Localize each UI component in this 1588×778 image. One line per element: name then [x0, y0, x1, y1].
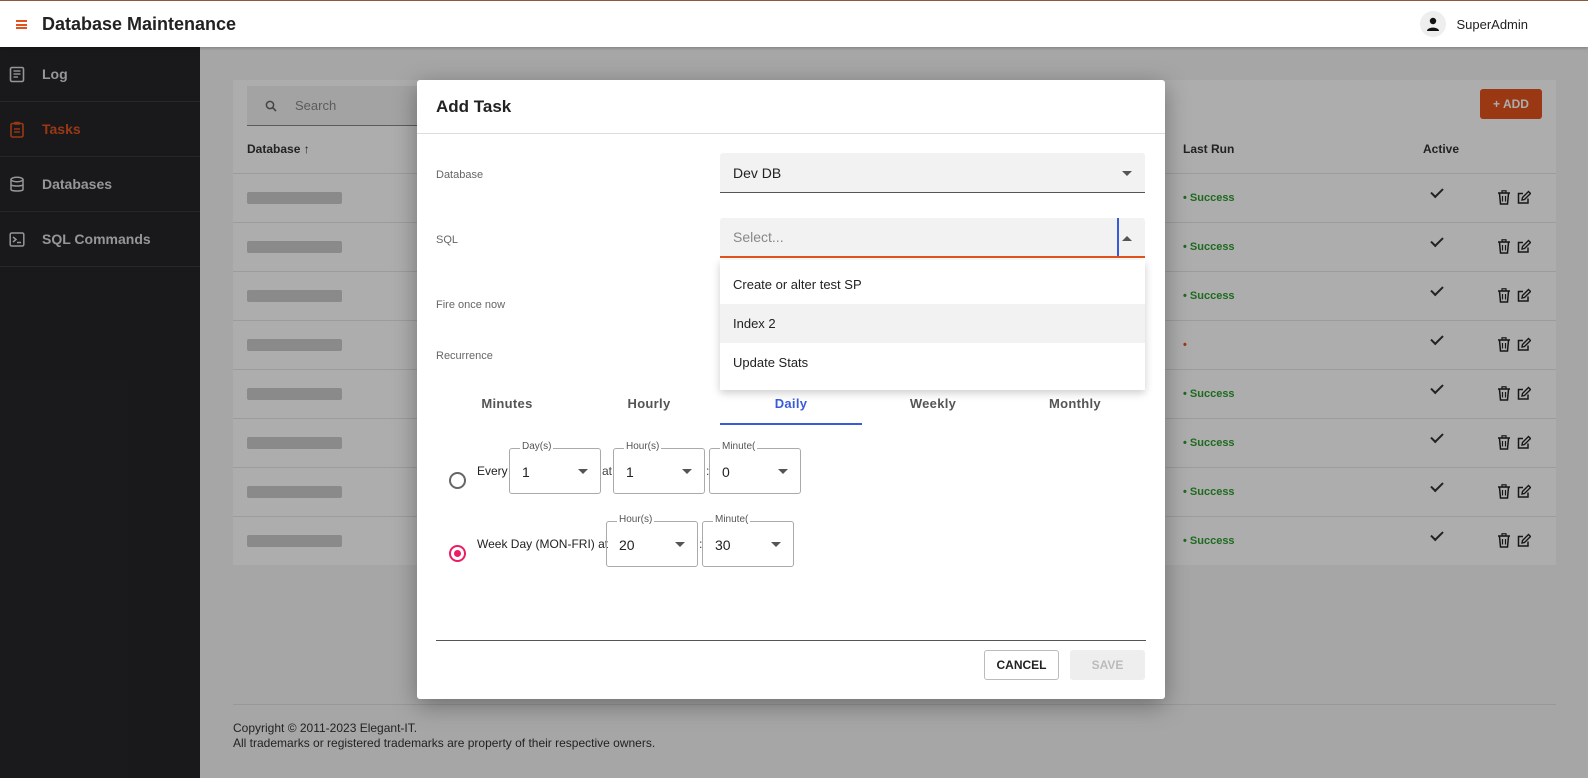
- sql-label: SQL: [436, 234, 459, 246]
- database-select-value: Dev DB: [733, 164, 782, 181]
- weekday-hours-select[interactable]: Hour(s) 20: [606, 514, 698, 567]
- hours-value: 20: [619, 537, 635, 553]
- days-legend: Day(s): [520, 441, 554, 452]
- days-value: 1: [522, 464, 530, 480]
- recurrence-label: Recurrence: [436, 350, 493, 362]
- weekday-radio[interactable]: [449, 545, 466, 562]
- hours-legend: Hour(s): [617, 514, 655, 525]
- dialog-divider: [417, 133, 1165, 134]
- minutes-legend: Minute(: [720, 441, 758, 452]
- every-days-radio[interactable]: [449, 472, 466, 489]
- sql-option[interactable]: Index 2: [720, 304, 1145, 343]
- sql-select-placeholder: Select...: [733, 229, 784, 245]
- user-menu[interactable]: SuperAdmin: [1420, 11, 1528, 37]
- app-title: Database Maintenance: [42, 13, 237, 34]
- tab-daily[interactable]: Daily: [720, 385, 862, 425]
- user-avatar-icon[interactable]: [1420, 11, 1447, 37]
- dialog-title: Add Task: [436, 97, 512, 116]
- sql-options-dropdown: Create or alter test SP Index 2 Update S…: [720, 260, 1145, 390]
- user-name[interactable]: SuperAdmin: [1456, 17, 1528, 32]
- fire-once-label: Fire once now: [436, 299, 506, 311]
- save-button[interactable]: SAVE: [1070, 650, 1145, 680]
- chevron-down-icon: [1122, 171, 1132, 176]
- recurrence-tabs: Minutes Hourly Daily Weekly Monthly: [436, 385, 1146, 425]
- database-label: Database: [436, 169, 484, 181]
- hamburger-menu-icon[interactable]: [0, 1, 42, 48]
- hours-value: 1: [626, 464, 634, 480]
- sql-select[interactable]: Select...: [720, 218, 1145, 258]
- database-select[interactable]: Dev DB: [720, 153, 1145, 193]
- chevron-down-icon: [675, 542, 685, 547]
- minutes-legend: Minute(: [713, 514, 751, 525]
- every-label: Every: [477, 464, 508, 478]
- sql-option[interactable]: Update Stats: [720, 343, 1145, 382]
- weekday-label: Week Day (MON-FRI) at: [477, 537, 609, 551]
- tab-monthly[interactable]: Monthly: [1004, 385, 1146, 425]
- hours-select[interactable]: Hour(s) 1: [613, 441, 705, 494]
- hours-legend: Hour(s): [624, 441, 662, 452]
- chevron-down-icon: [578, 469, 588, 474]
- dialog-bottom-divider: [436, 640, 1146, 641]
- minutes-value: 30: [715, 537, 731, 553]
- add-task-dialog: Add Task Database Dev DB SQL Select... F…: [417, 80, 1165, 699]
- chevron-down-icon: [771, 542, 781, 547]
- tab-weekly[interactable]: Weekly: [862, 385, 1004, 425]
- sql-option[interactable]: Create or alter test SP: [720, 265, 1145, 304]
- cancel-button[interactable]: CANCEL: [984, 650, 1059, 680]
- chevron-up-icon[interactable]: [1122, 236, 1132, 241]
- weekday-minutes-select[interactable]: Minute( 30: [702, 514, 794, 567]
- minutes-select[interactable]: Minute( 0: [709, 441, 801, 494]
- days-select[interactable]: Day(s) 1: [509, 441, 601, 494]
- at-separator: at: [602, 464, 613, 478]
- top-app-bar: Database Maintenance SuperAdmin: [0, 0, 1588, 47]
- chevron-down-icon: [682, 469, 692, 474]
- text-cursor: [1117, 218, 1119, 256]
- tab-minutes[interactable]: Minutes: [436, 385, 578, 425]
- minutes-value: 0: [722, 464, 730, 480]
- chevron-down-icon: [778, 469, 788, 474]
- tab-hourly[interactable]: Hourly: [578, 385, 720, 425]
